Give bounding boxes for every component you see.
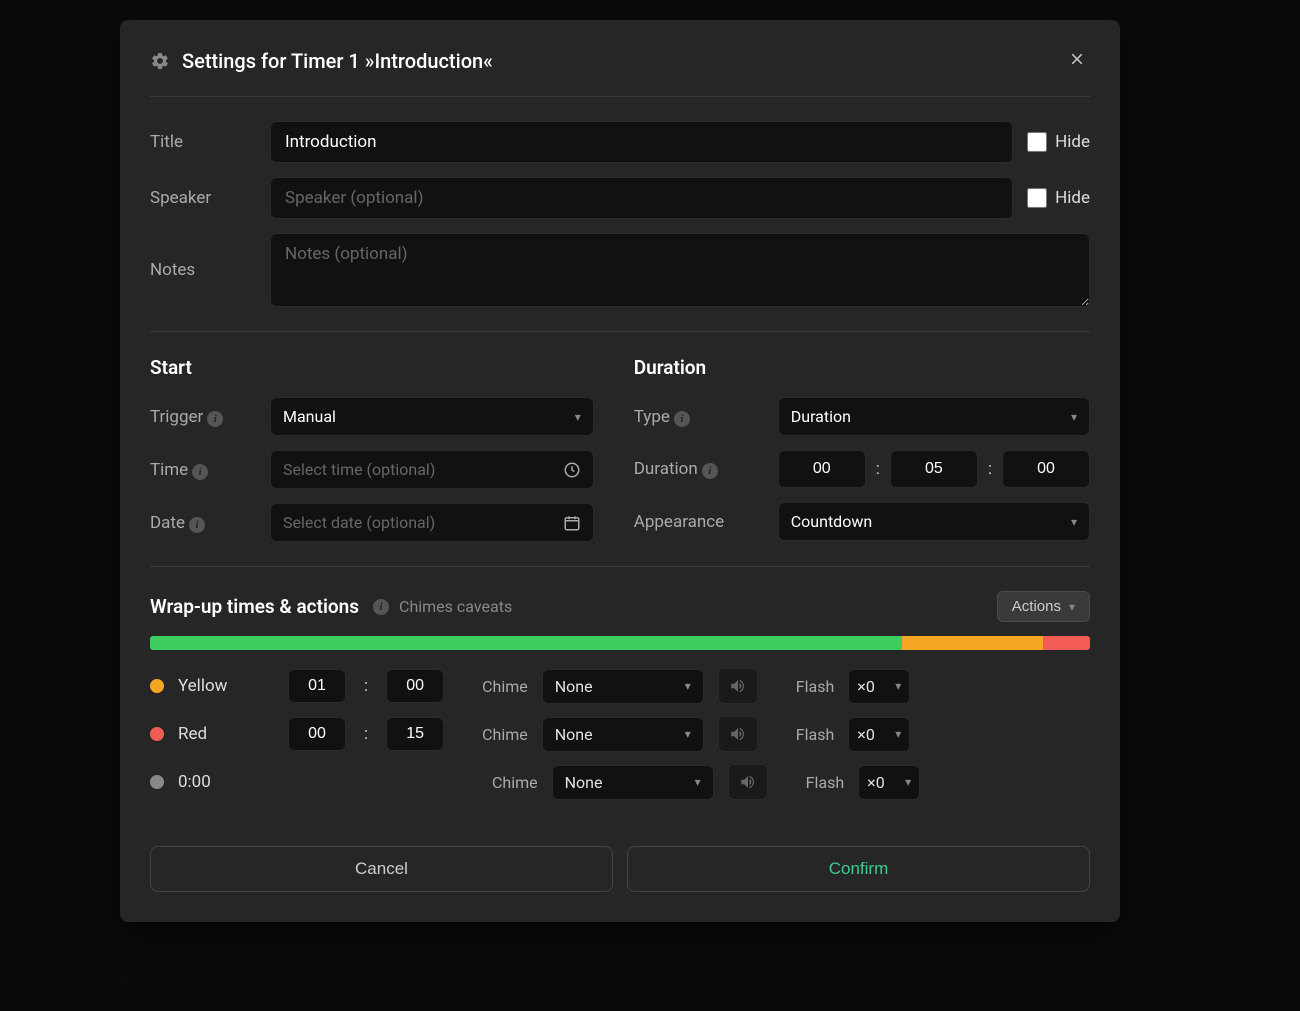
red-chime-label: Chime bbox=[482, 725, 528, 744]
info-icon[interactable]: i bbox=[702, 463, 718, 479]
duration-seconds-input[interactable] bbox=[1002, 450, 1090, 488]
wrapup-progress-bar bbox=[150, 636, 1090, 650]
yellow-dot bbox=[150, 679, 164, 693]
modal-footer: Cancel Confirm bbox=[150, 846, 1090, 892]
info-icon[interactable]: i bbox=[189, 517, 205, 533]
close-icon bbox=[1068, 50, 1086, 68]
zero-chime-label: Chime bbox=[492, 773, 538, 792]
zero-label: 0:00 bbox=[178, 772, 274, 792]
chevron-down-icon: ▾ bbox=[1069, 600, 1075, 614]
progress-red-segment bbox=[1043, 636, 1090, 650]
red-flash-select[interactable]: ×0▾ bbox=[848, 717, 910, 752]
type-select[interactable]: Duration ▾ bbox=[778, 397, 1090, 436]
time-label: Timei bbox=[150, 460, 256, 480]
chevron-down-icon: ▾ bbox=[895, 679, 901, 693]
chevron-down-icon: ▾ bbox=[685, 679, 691, 693]
gear-icon bbox=[150, 51, 170, 71]
chevron-down-icon: ▾ bbox=[685, 727, 691, 741]
trigger-select[interactable]: Manual ▾ bbox=[270, 397, 594, 436]
duration-heading: Duration bbox=[634, 356, 1090, 379]
trigger-label: Triggeri bbox=[150, 407, 256, 427]
yellow-minutes-input[interactable] bbox=[288, 669, 346, 703]
zero-chime-preview-button[interactable] bbox=[728, 764, 768, 800]
title-label: Title bbox=[150, 132, 256, 152]
appearance-select[interactable]: Countdown ▾ bbox=[778, 502, 1090, 541]
yellow-chime-select[interactable]: None▾ bbox=[542, 669, 704, 704]
chimes-caveats-link[interactable]: Chimes caveats bbox=[399, 597, 512, 616]
yellow-flash-select[interactable]: ×0▾ bbox=[848, 669, 910, 704]
modal-header: Settings for Timer 1 »Introduction« bbox=[150, 44, 1090, 97]
red-label: Red bbox=[178, 724, 274, 744]
time-select[interactable]: Select time (optional) bbox=[270, 450, 594, 489]
info-icon[interactable]: i bbox=[373, 599, 389, 615]
red-chime-preview-button[interactable] bbox=[718, 716, 758, 752]
wrapup-red-row: Red : Chime None▾ Flash ×0▾ bbox=[150, 716, 1090, 752]
start-heading: Start bbox=[150, 356, 594, 379]
hide-speaker-label: Hide bbox=[1055, 188, 1090, 208]
close-button[interactable] bbox=[1064, 44, 1090, 78]
timing-section: Start Triggeri Manual ▾ Timei Select tim… bbox=[150, 332, 1090, 567]
notes-input[interactable] bbox=[270, 233, 1090, 307]
chevron-down-icon: ▾ bbox=[1071, 410, 1077, 424]
yellow-flash-label: Flash bbox=[796, 677, 835, 696]
settings-modal: Settings for Timer 1 »Introduction« Titl… bbox=[120, 20, 1120, 922]
yellow-seconds-input[interactable] bbox=[386, 669, 444, 703]
calendar-icon bbox=[563, 514, 581, 532]
title-input[interactable] bbox=[270, 121, 1013, 163]
red-flash-label: Flash bbox=[796, 725, 835, 744]
clock-icon bbox=[563, 461, 581, 479]
yellow-chime-label: Chime bbox=[482, 677, 528, 696]
chevron-down-icon: ▾ bbox=[1071, 515, 1077, 529]
speaker-icon bbox=[739, 773, 757, 791]
chevron-down-icon: ▾ bbox=[905, 775, 911, 789]
actions-button[interactable]: Actions ▾ bbox=[997, 591, 1090, 622]
red-seconds-input[interactable] bbox=[386, 717, 444, 751]
wrapup-section: Wrap-up times & actions i Chimes caveats… bbox=[150, 567, 1090, 822]
info-icon[interactable]: i bbox=[674, 411, 690, 427]
duration-column: Duration Typei Duration ▾ Durationi : : bbox=[634, 356, 1090, 542]
red-chime-select[interactable]: None▾ bbox=[542, 717, 704, 752]
appearance-label: Appearance bbox=[634, 512, 764, 532]
info-icon[interactable]: i bbox=[207, 411, 223, 427]
red-dot bbox=[150, 727, 164, 741]
date-label: Datei bbox=[150, 513, 256, 533]
zero-flash-label: Flash bbox=[806, 773, 845, 792]
notes-label: Notes bbox=[150, 260, 256, 280]
speaker-icon bbox=[729, 725, 747, 743]
chevron-down-icon: ▾ bbox=[895, 727, 901, 741]
duration-hours-input[interactable] bbox=[778, 450, 866, 488]
speaker-input[interactable] bbox=[270, 177, 1013, 219]
chevron-down-icon: ▾ bbox=[575, 410, 581, 424]
wrapup-heading: Wrap-up times & actions bbox=[150, 595, 359, 618]
zero-flash-select[interactable]: ×0▾ bbox=[858, 765, 920, 800]
cancel-button[interactable]: Cancel bbox=[150, 846, 613, 892]
chevron-down-icon: ▾ bbox=[695, 775, 701, 789]
start-column: Start Triggeri Manual ▾ Timei Select tim… bbox=[150, 356, 594, 542]
wrapup-zero-row: 0:00 Chime None▾ Flash ×0▾ bbox=[150, 764, 1090, 800]
modal-title: Settings for Timer 1 »Introduction« bbox=[182, 49, 493, 73]
speaker-icon bbox=[729, 677, 747, 695]
progress-yellow-segment bbox=[902, 636, 1043, 650]
duration-label: Durationi bbox=[634, 459, 764, 479]
yellow-label: Yellow bbox=[178, 676, 274, 696]
confirm-button[interactable]: Confirm bbox=[627, 846, 1090, 892]
zero-chime-select[interactable]: None▾ bbox=[552, 765, 714, 800]
speaker-label: Speaker bbox=[150, 188, 256, 208]
hide-title-checkbox[interactable] bbox=[1027, 132, 1047, 152]
hide-title-label: Hide bbox=[1055, 132, 1090, 152]
type-label: Typei bbox=[634, 407, 764, 427]
grey-dot bbox=[150, 775, 164, 789]
yellow-chime-preview-button[interactable] bbox=[718, 668, 758, 704]
basic-info-section: Title Hide Speaker Hide Notes bbox=[150, 97, 1090, 332]
red-minutes-input[interactable] bbox=[288, 717, 346, 751]
progress-green-segment bbox=[150, 636, 902, 650]
info-icon[interactable]: i bbox=[192, 464, 208, 480]
wrapup-yellow-row: Yellow : Chime None▾ Flash ×0▾ bbox=[150, 668, 1090, 704]
duration-minutes-input[interactable] bbox=[890, 450, 978, 488]
hide-speaker-checkbox[interactable] bbox=[1027, 188, 1047, 208]
date-select[interactable]: Select date (optional) bbox=[270, 503, 594, 542]
